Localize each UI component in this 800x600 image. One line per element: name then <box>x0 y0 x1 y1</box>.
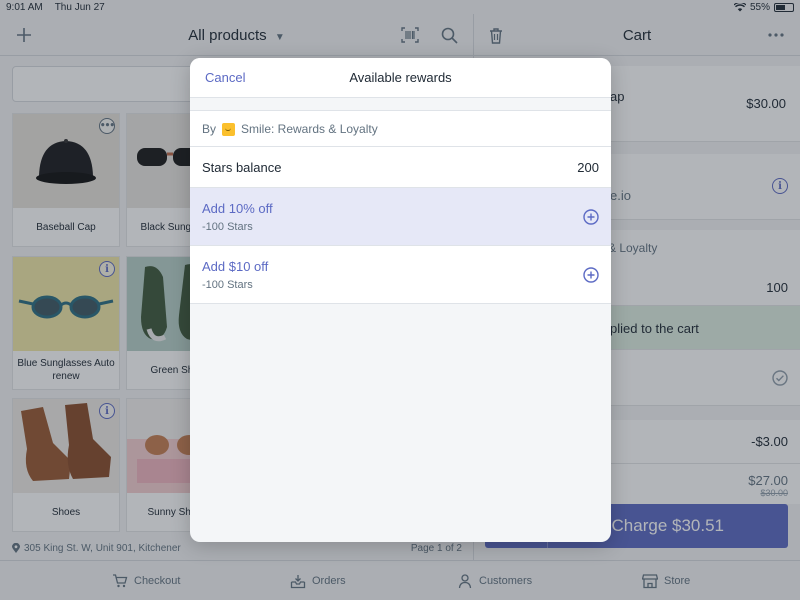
reward-option-10-percent[interactable]: Add 10% off -100 Stars <box>190 188 611 246</box>
reward-option-10-dollars[interactable]: Add $10 off -100 Stars <box>190 246 611 304</box>
reward-title: Add 10% off <box>202 201 273 216</box>
available-rewards-modal: Cancel Available rewards By Smile: Rewar… <box>190 58 611 542</box>
reward-cost: -100 Stars <box>202 279 253 291</box>
stars-balance-label: Stars balance <box>202 160 282 175</box>
provider-name: Smile: Rewards & Loyalty <box>241 122 378 136</box>
reward-cost: -100 Stars <box>202 221 253 233</box>
reward-title: Add $10 off <box>202 259 269 274</box>
provider-prefix: By <box>202 122 217 136</box>
modal-title: Available rewards <box>349 70 452 85</box>
modal-header: Cancel Available rewards <box>190 58 611 98</box>
add-circle-icon[interactable] <box>583 209 599 225</box>
stars-balance-row: Stars balance 200 <box>190 147 611 188</box>
add-circle-icon[interactable] <box>583 267 599 283</box>
reward-provider: By Smile: Rewards & Loyalty <box>190 110 611 147</box>
smile-logo-icon <box>222 123 235 136</box>
stars-balance-value: 200 <box>577 160 599 175</box>
